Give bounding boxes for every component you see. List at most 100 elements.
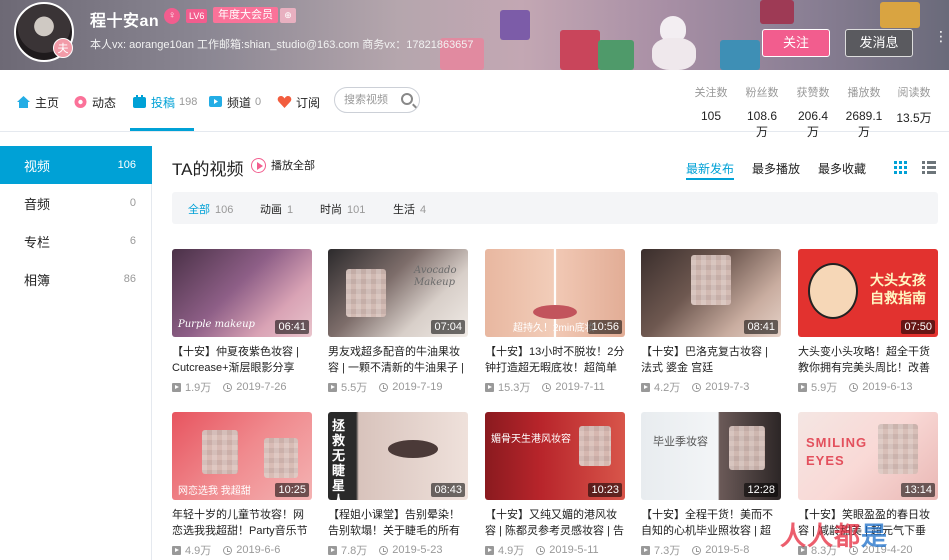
search-input[interactable]: 搜索视频 [334, 87, 420, 113]
filter-animation[interactable]: 动画 1 [260, 201, 293, 217]
more-icon[interactable]: ⋮ [934, 29, 948, 43]
video-thumbnail[interactable]: Avocado Makeup 07:04 [328, 249, 468, 337]
filter-label: 生活 [393, 204, 415, 216]
video-date: 2019-6-6 [236, 544, 281, 556]
video-date: 2019-7-11 [555, 381, 605, 393]
video-card[interactable]: 超持久！2min底妆 10:56 【十安】13小时不脱妆！2分钟打造超无暇底妆！… [485, 249, 625, 404]
tab-contrib-label: 投稿 [151, 95, 176, 110]
filter-life[interactable]: 生活 4 [393, 201, 426, 217]
thumbnail-caption: 网恋选我 我超甜 [178, 486, 251, 497]
video-title[interactable]: 【十安】13小时不脱妆！2分钟打造超无暇底妆！超简单的 [485, 344, 625, 376]
sidebar-item-label: 相簿 [24, 272, 51, 288]
clock-icon [223, 382, 233, 392]
stat-value: 108.6万 [746, 109, 778, 139]
dynamic-icon [74, 96, 87, 108]
video-thumbnail[interactable]: 毕业季妆容 12:28 [641, 412, 781, 500]
video-thumbnail[interactable]: 大头女孩 自救指南 07:50 [798, 249, 938, 337]
sidebar-item-album[interactable]: 相簿 86 [0, 260, 152, 298]
video-duration: 10:56 [588, 320, 622, 334]
stat-fans[interactable]: 粉丝数 108.6万 [741, 84, 783, 140]
stat-label: 粉丝数 [745, 87, 779, 99]
filter-label: 时尚 [320, 204, 342, 216]
filter-all[interactable]: 全部 106 [188, 201, 233, 217]
list-view-icon[interactable] [922, 161, 936, 174]
clock-icon [542, 382, 552, 392]
video-date: 2019-5-8 [705, 544, 750, 556]
play-all-label: 播放全部 [271, 160, 315, 172]
video-date: 2019-5-23 [392, 544, 443, 556]
sort-most-fav[interactable]: 最多收藏 [818, 160, 866, 177]
clock-icon [692, 545, 702, 555]
search-icon[interactable] [401, 93, 413, 105]
banner-decoration [720, 40, 760, 70]
message-button[interactable]: 发消息 [845, 29, 913, 57]
filter-count: 1 [287, 204, 294, 216]
tab-subscribe[interactable]: 订阅 [277, 92, 320, 112]
video-meta: 15.3万 2019-7-11 [485, 379, 625, 395]
video-thumbnail[interactable]: 网恋选我 我超甜 10:25 [172, 412, 312, 500]
stat-following[interactable]: 关注数 105 [692, 84, 730, 123]
video-views: 15.3万 [498, 382, 531, 394]
video-thumbnail[interactable]: Purple makeup 06:41 [172, 249, 312, 337]
video-thumbnail[interactable]: 08:41 [641, 249, 781, 337]
sort-most-play[interactable]: 最多播放 [752, 160, 800, 177]
video-title[interactable]: 【十安】又纯又媚的港风妆容 | 陈都灵参考灵感妆容 | 告别 [485, 507, 625, 539]
stat-plays: 播放数 2689.1万 [840, 84, 888, 140]
vip-badge[interactable]: 年度大会员 [213, 7, 278, 23]
banner-decoration [598, 40, 634, 70]
stat-label: 关注数 [694, 87, 728, 99]
video-title[interactable]: 【程姐小课堂】告别晕染！告别软塌！关于睫毛的所有问题 [328, 507, 468, 539]
video-title[interactable]: 【十安】巴洛克复古妆容 | 法式 婆金 宫廷 [641, 344, 781, 376]
filter-fashion[interactable]: 时尚 101 [320, 201, 365, 217]
video-duration: 10:23 [588, 483, 622, 497]
thumbnail-caption: 媚骨天生港风妆容 [491, 434, 571, 445]
pixelated-face [264, 438, 298, 478]
video-card[interactable]: Avocado Makeup 07:04 男友戏超多配音的牛油果妆容 | 一颗不… [328, 249, 468, 404]
video-thumbnail[interactable]: 拯救无睫星人 08:43 [328, 412, 468, 500]
tab-home[interactable]: 主页 [16, 92, 59, 112]
video-card[interactable]: 08:41 【十安】巴洛克复古妆容 | 法式 婆金 宫廷 4.2万 2019-7… [641, 249, 781, 404]
video-card[interactable]: Purple makeup 06:41 【十安】仲夏夜紫色妆容 | Cutcre… [172, 249, 312, 404]
video-card[interactable]: 大头女孩 自救指南 07:50 大头变小头攻略！超全干货教你拥有完美头周比！改善… [798, 249, 938, 404]
video-meta: 5.9万 2019-6-13 [798, 379, 938, 395]
play-all-button[interactable]: 播放全部 [251, 157, 315, 173]
video-title[interactable]: 【十安】仲夏夜紫色妆容 | Cutcrease+渐层眼影分享 [172, 344, 312, 376]
follow-button[interactable]: 关注 [762, 29, 830, 57]
sidebar-item-column[interactable]: 专栏 6 [0, 222, 152, 260]
video-views: 4.9万 [185, 545, 212, 557]
video-title[interactable]: 年轻十岁的儿童节妆容！网恋选我我超甜！Party音乐节必 [172, 507, 312, 539]
sidebar-item-video[interactable]: 视频 106 [0, 146, 152, 184]
video-card[interactable]: 网恋选我 我超甜 10:25 年轻十岁的儿童节妆容！网恋选我我超甜！Party音… [172, 412, 312, 560]
sidebar-item-audio[interactable]: 音频 0 [0, 184, 152, 222]
sort-latest[interactable]: 最新发布 [686, 160, 734, 177]
video-meta: 7.3万 2019-5-8 [641, 542, 781, 558]
filter-label: 全部 [188, 204, 210, 216]
video-thumbnail[interactable]: 媚骨天生港风妆容 10:23 [485, 412, 625, 500]
tab-dynamic[interactable]: 动态 [73, 92, 116, 112]
video-views: 7.3万 [654, 545, 681, 557]
play-count-icon [328, 545, 337, 555]
video-thumbnail[interactable]: 超持久！2min底妆 10:56 [485, 249, 625, 337]
tab-contrib[interactable]: 投稿 198 [132, 92, 197, 112]
play-count-icon [485, 545, 494, 555]
play-circle-icon [251, 157, 266, 173]
video-title[interactable]: 大头变小头攻略！超全干货教你拥有完美头周比！改善头大 [798, 344, 938, 376]
grid-view-icon[interactable] [894, 161, 907, 174]
video-meta: 5.5万 2019-7-19 [328, 379, 468, 395]
female-icon: ♀ [164, 8, 180, 24]
video-card[interactable]: 毕业季妆容 12:28 【十安】全程干货！美而不自知的心机毕业照妆容 | 超实用… [641, 412, 781, 560]
video-card[interactable]: 拯救无睫星人 08:43 【程姐小课堂】告别晕染！告别软塌！关于睫毛的所有问题 … [328, 412, 468, 560]
stat-value: 105 [700, 109, 722, 123]
level-badge: LV6 [186, 9, 208, 23]
clock-icon [536, 545, 546, 555]
video-thumbnail[interactable]: SMILING EYES 13:14 [798, 412, 938, 500]
home-icon [17, 96, 30, 108]
tab-channel[interactable]: 频道 0 [208, 92, 261, 112]
channel-icon [209, 96, 222, 107]
video-title[interactable]: 男友戏超多配音的牛油果妆容 | 一颗不清新的牛油果子 | [328, 344, 468, 376]
video-card[interactable]: 媚骨天生港风妆容 10:23 【十安】又纯又媚的港风妆容 | 陈都灵参考灵感妆容… [485, 412, 625, 560]
tab-contrib-count: 198 [179, 96, 198, 108]
pixelated-face [202, 430, 238, 474]
video-title[interactable]: 【十安】全程干货！美而不自知的心机毕业照妆容 | 超实用 [641, 507, 781, 539]
play-count-icon [641, 545, 650, 555]
